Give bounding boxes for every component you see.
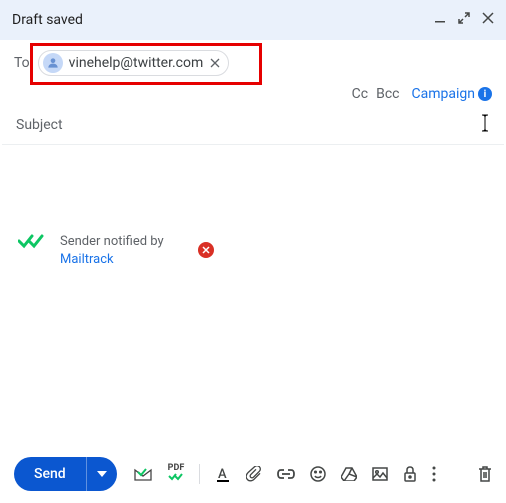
cc-link[interactable]: Cc	[352, 86, 368, 102]
emoji-icon[interactable]	[310, 466, 326, 482]
compose-footer: Send PDF A	[0, 445, 506, 503]
recipient-chip[interactable]: vinehelp@twitter.com	[38, 50, 230, 76]
to-row: To vinehelp@twitter.com	[0, 40, 506, 80]
dismiss-notification-icon[interactable]	[198, 242, 214, 258]
avatar-icon	[43, 53, 63, 73]
subject-row	[2, 110, 504, 145]
mailtrack-link[interactable]: Mailtrack	[60, 252, 114, 267]
mailtrack-toolbar-icon[interactable]	[133, 466, 153, 482]
to-label: To	[14, 55, 30, 71]
send-button-group: Send	[14, 457, 117, 491]
subject-input[interactable]	[16, 117, 420, 133]
lock-icon[interactable]	[403, 466, 417, 482]
image-icon[interactable]	[372, 467, 388, 481]
bcc-link[interactable]: Bcc	[376, 86, 399, 102]
drive-icon[interactable]	[341, 467, 357, 481]
header-title: Draft saved	[12, 12, 83, 28]
formatting-icon[interactable]: A	[215, 466, 231, 482]
chip-remove-icon[interactable]	[209, 57, 221, 69]
mailtrack-notification: Sender notified by Mailtrack	[18, 233, 214, 269]
campaign-link[interactable]: Campaign i	[412, 86, 492, 102]
message-body[interactable]: Sender notified by Mailtrack	[0, 145, 506, 445]
compose-header: Draft saved	[0, 0, 506, 40]
expand-icon[interactable]	[458, 12, 470, 28]
double-check-icon	[18, 233, 46, 249]
compose-window: Draft saved To vinehelp@twitter.com	[0, 0, 506, 503]
more-icon[interactable]	[432, 466, 436, 482]
campaign-label: Campaign	[412, 86, 475, 102]
trash-icon[interactable]	[478, 466, 492, 482]
cc-bcc-row: Cc Bcc Campaign i	[0, 80, 506, 110]
toolbar-divider	[199, 464, 200, 484]
chip-email: vinehelp@twitter.com	[69, 55, 204, 71]
send-options-button[interactable]	[86, 457, 117, 491]
compose-toolbar: PDF A	[133, 464, 437, 484]
link-icon[interactable]	[277, 469, 295, 479]
attach-icon[interactable]	[246, 466, 262, 482]
close-icon[interactable]	[482, 12, 494, 28]
minimize-icon[interactable]	[434, 12, 446, 28]
pdf-icon[interactable]: PDF	[168, 464, 185, 484]
text-cursor-icon	[480, 114, 490, 136]
info-icon: i	[478, 87, 492, 101]
notify-text: Sender notified by	[60, 233, 164, 251]
header-controls	[434, 12, 494, 28]
svg-text:A: A	[218, 467, 227, 482]
send-button[interactable]: Send	[14, 457, 86, 491]
mailtrack-text-block: Sender notified by Mailtrack	[60, 233, 164, 269]
